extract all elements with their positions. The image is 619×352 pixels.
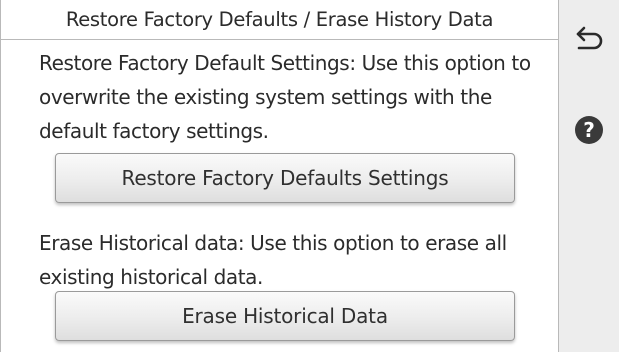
help-button[interactable]: ? <box>569 110 609 150</box>
restore-description: Restore Factory Default Settings: Use th… <box>39 51 531 143</box>
erase-historical-data-button[interactable]: Erase Historical Data <box>55 291 515 341</box>
restore-factory-defaults-button[interactable]: Restore Factory Defaults Settings <box>55 153 515 203</box>
main-panel: Restore Factory Defaults / Erase History… <box>0 0 559 352</box>
help-icon: ? <box>575 116 603 144</box>
sidebar: ? <box>559 0 619 352</box>
help-glyph: ? <box>583 118 595 142</box>
back-button[interactable] <box>569 20 609 60</box>
back-arrow-icon <box>576 26 603 50</box>
page-title: Restore Factory Defaults / Erase History… <box>1 0 558 40</box>
erase-description: Erase Historical data: Use this option t… <box>39 231 507 289</box>
screen: Restore Factory Defaults / Erase History… <box>0 0 619 352</box>
